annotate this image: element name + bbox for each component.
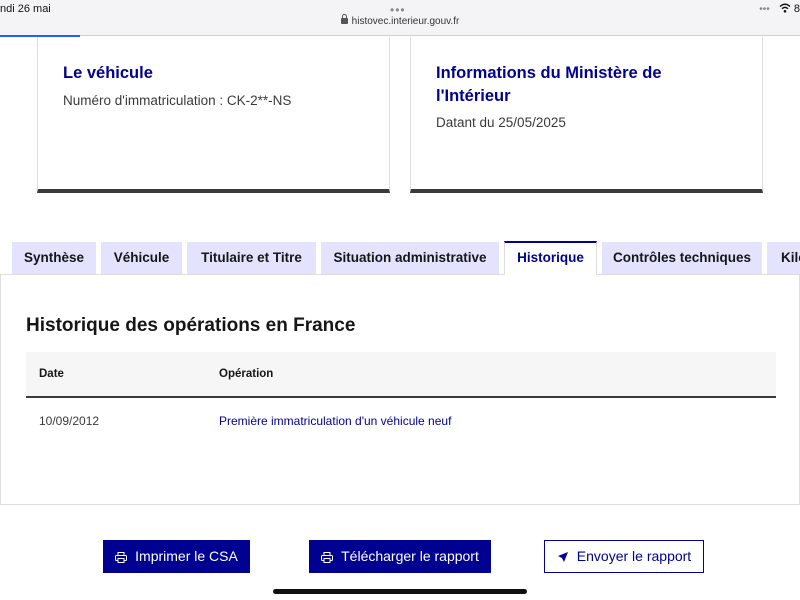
history-row-date: 10/09/2012 — [39, 414, 100, 428]
history-table-header: Date Opération — [26, 352, 776, 398]
wifi-icon — [779, 3, 791, 13]
printer-icon — [115, 552, 128, 563]
download-report-label: Télécharger le rapport — [341, 548, 479, 564]
tab-kilometrage[interactable]: Kilo — [767, 242, 800, 275]
tab-synthese[interactable]: Synthèse — [12, 242, 96, 275]
plate-number-text: Numéro d'immatriculation : CK-2**-NS — [63, 93, 292, 108]
ministry-card-title: Informations du Ministère de l'Intérieur — [436, 62, 662, 108]
column-header-date: Date — [39, 368, 64, 380]
battery-text: 8 — [793, 3, 800, 15]
tab-titulaire-titre[interactable]: Titulaire et Titre — [187, 242, 316, 275]
multitasking-dots-icon: ••• — [759, 4, 770, 15]
history-title: Historique des opérations en France — [26, 315, 356, 336]
ministry-card-title-line1: Informations du Ministère de — [436, 64, 662, 82]
history-panel: Historique des opérations en France Date… — [0, 274, 800, 505]
download-report-button[interactable]: Télécharger le rapport — [309, 540, 491, 573]
tab-situation-administrative[interactable]: Situation administrative — [321, 242, 499, 275]
print-csa-label: Imprimer le CSA — [135, 548, 238, 564]
ministry-card-title-line2: l'Intérieur — [436, 87, 511, 105]
ministry-info-card: Informations du Ministère de l'Intérieur… — [410, 37, 763, 193]
address-bar[interactable]: histovec.interieur.gouv.fr — [0, 14, 800, 27]
history-row-operation: Première immatriculation d'un véhicule n… — [219, 414, 452, 428]
data-date-text: Datant du 25/05/2025 — [436, 115, 566, 130]
browser-status-bar: ndi 26 mai ••• histovec.interieur.gouv.f… — [0, 0, 800, 37]
send-report-label: Envoyer le rapport — [576, 548, 692, 564]
tab-historique[interactable]: Historique — [504, 241, 597, 275]
tab-controles-techniques[interactable]: Contrôles techniques — [602, 242, 762, 275]
printer-icon — [321, 552, 334, 563]
tab-vehicule[interactable]: Véhicule — [101, 242, 182, 275]
report-tabs: Synthèse Véhicule Titulaire et Titre Sit… — [0, 241, 800, 275]
home-indicator[interactable] — [273, 589, 527, 594]
vehicle-card: Le véhicule Numéro d'immatriculation : C… — [37, 37, 390, 193]
status-date: ndi 26 mai — [0, 3, 51, 15]
print-csa-button[interactable]: Imprimer le CSA — [103, 540, 250, 573]
tab-overview-dots-icon[interactable]: ••• — [390, 3, 406, 17]
vehicle-card-title: Le véhicule — [63, 64, 153, 82]
status-right: ••• 8 — [759, 3, 800, 15]
lock-icon — [340, 14, 348, 24]
send-report-button[interactable]: Envoyer le rapport — [544, 540, 704, 573]
url-text: histovec.interieur.gouv.fr — [351, 16, 460, 27]
send-icon — [557, 552, 568, 562]
column-header-operation: Opération — [219, 368, 274, 380]
